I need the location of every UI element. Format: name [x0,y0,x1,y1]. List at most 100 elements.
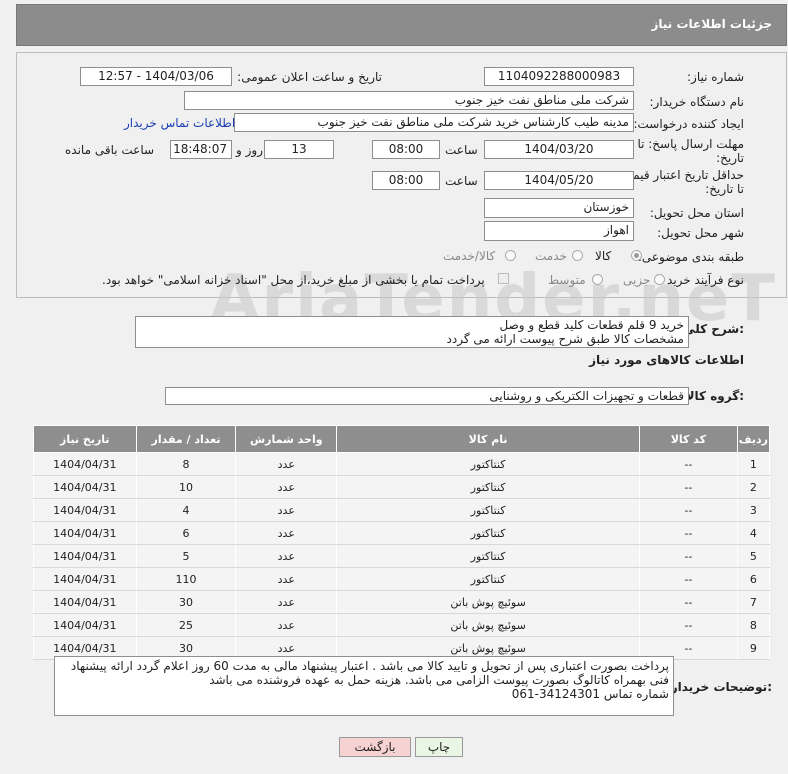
cell-qty: 5 [135,544,237,568]
buyer-notes-line-2: فنی بهمراه کاتالوگ بصورت پیوست الزامی می… [209,673,669,687]
cell-unit: عدد [235,521,338,545]
table-row: 5 -- کنتاکتور عدد 5 1404/04/31 [33,544,771,568]
col-code: کد کالا [639,425,738,453]
items-table: ردیف کد کالا نام کالا واحد شمارش تعداد /… [33,425,771,660]
cell-name: کنتاکتور [336,544,641,568]
cell-qty: 6 [135,521,237,545]
cell-code: -- [639,521,738,545]
cell-code: -- [639,452,738,476]
cell-qty: 25 [135,613,237,637]
announce-label: تاریخ و ساعت اعلان عمومی: [237,70,382,84]
description-textarea[interactable]: خرید 9 قلم قطعات کلید قطع و وصل مشخصات ک… [135,316,689,348]
cell-unit: عدد [235,452,338,476]
process-medium-radio[interactable] [592,274,603,285]
cell-row: 1 [736,452,771,476]
cell-date: 1404/04/31 [33,452,137,476]
back-button[interactable]: بازگشت [339,737,411,757]
col-date: تاریخ نیاز [33,425,137,453]
deadline-time-label: ساعت [445,143,478,157]
table-row: 8 -- سوئیچ پوش باتن عدد 25 1404/04/31 [33,613,771,637]
province-label: استان محل تحویل: [649,206,744,220]
table-row: 4 -- کنتاکتور عدد 6 1404/04/31 [33,521,771,545]
goods-group-field: قطعات و تجهیزات الکتریکی و روشنایی [165,387,689,405]
category-goods-label: کالا [595,249,612,263]
need-number-label: شماره نیاز: [687,70,744,84]
col-row: ردیف [736,425,771,453]
validity-label: حداقل تاریخ اعتبار قیمت: [617,168,744,182]
remaining-label: ساعت باقی مانده [65,143,155,157]
province-field: خوزستان [484,198,634,218]
cell-row: 3 [736,498,771,522]
cell-unit: عدد [235,498,338,522]
buyer-notes-line-3: شماره تماس 34124301-061 [511,687,669,701]
table-row: 7 -- سوئیچ پوش باتن عدد 30 1404/04/31 [33,590,771,614]
validity-label-2: تا تاریخ: [705,182,744,196]
cell-name: کنتاکتور [336,567,641,591]
table-row: 3 -- کنتاکتور عدد 4 1404/04/31 [33,498,771,522]
cell-date: 1404/04/31 [33,521,137,545]
process-label: نوع فرآیند خرید : [659,273,744,287]
cell-unit: عدد [235,590,338,614]
validity-time-label: ساعت [445,174,478,188]
category-goods-radio[interactable] [631,250,642,261]
creator-label: ایجاد کننده درخواست: [633,117,744,131]
description-line-1: خرید 9 قلم قطعات کلید قطع و وصل [499,318,684,332]
buyer-notes-line-1: پرداخت بصورت اعتباری پس از تحویل و تایید… [70,659,669,673]
cell-date: 1404/04/31 [33,498,137,522]
print-button[interactable]: چاپ [415,737,463,757]
process-partial-radio[interactable] [654,274,665,285]
need-number-field: 1104092288000983 [484,67,634,86]
buyer-org-field: شرکت ملی مناطق نفت خیز جنوب [184,91,634,110]
cell-row: 5 [736,544,771,568]
table-row: 1 -- کنتاکتور عدد 8 1404/04/31 [33,452,771,476]
buyer-notes-textarea[interactable]: پرداخت بصورت اعتباری پس از تحویل و تایید… [54,656,674,716]
cell-date: 1404/04/31 [33,475,137,499]
city-label: شهر محل تحویل: [657,226,744,240]
description-line-2: مشخصات کالا طبق شرح پیوست ارائه می گردد [446,332,684,346]
col-unit: واحد شمارش [235,425,338,453]
cell-code: -- [639,613,738,637]
cell-qty: 110 [135,567,237,591]
deadline-time-field: 08:00 [372,140,440,159]
cell-qty: 10 [135,475,237,499]
deadline-label-2: تاریخ: [716,151,744,165]
table-header-row: ردیف کد کالا نام کالا واحد شمارش تعداد /… [33,425,771,453]
category-service-radio[interactable] [572,250,583,261]
buyer-contact-link[interactable]: اطلاعات تماس خریدار [124,116,235,130]
remaining-days-field: 13 [264,140,334,159]
category-both-label: کالا/خدمت [443,249,496,263]
cell-row: 7 [736,590,771,614]
process-partial-label: جزیی [623,273,651,287]
deadline-label: مهلت ارسال پاسخ: تا [637,137,744,151]
treasury-checkbox[interactable] [498,273,509,284]
cell-row: 8 [736,613,771,637]
remaining-time-field: 18:48:07 [170,140,232,159]
treasury-note: پرداخت تمام یا بخشی از مبلغ خرید،از محل … [102,273,485,287]
cell-code: -- [639,475,738,499]
cell-code: -- [639,498,738,522]
category-service-label: خدمت [535,249,567,263]
cell-qty: 4 [135,498,237,522]
page-title: جزئیات اطلاعات نیاز [651,17,772,31]
category-label: طبقه بندی موضوعی: [637,250,744,264]
col-qty: تعداد / مقدار [135,425,237,453]
cell-row: 2 [736,475,771,499]
days-label: روز و [236,143,263,157]
category-both-radio[interactable] [505,250,516,261]
deadline-date-field: 1404/03/20 [484,140,634,159]
cell-date: 1404/04/31 [33,613,137,637]
table-row: 6 -- کنتاکتور عدد 110 1404/04/31 [33,567,771,591]
cell-date: 1404/04/31 [33,590,137,614]
cell-unit: عدد [235,567,338,591]
col-name: نام کالا [336,425,641,453]
goods-info-title: اطلاعات کالاهای مورد نیاز [589,353,744,367]
cell-qty: 30 [135,590,237,614]
cell-code: -- [639,567,738,591]
cell-code: -- [639,590,738,614]
validity-time-field: 08:00 [372,171,440,190]
announce-field: 1404/03/06 - 12:57 [80,67,232,86]
validity-date-field: 1404/05/20 [484,171,634,190]
cell-name: کنتاکتور [336,498,641,522]
cell-name: کنتاکتور [336,452,641,476]
cell-date: 1404/04/31 [33,544,137,568]
